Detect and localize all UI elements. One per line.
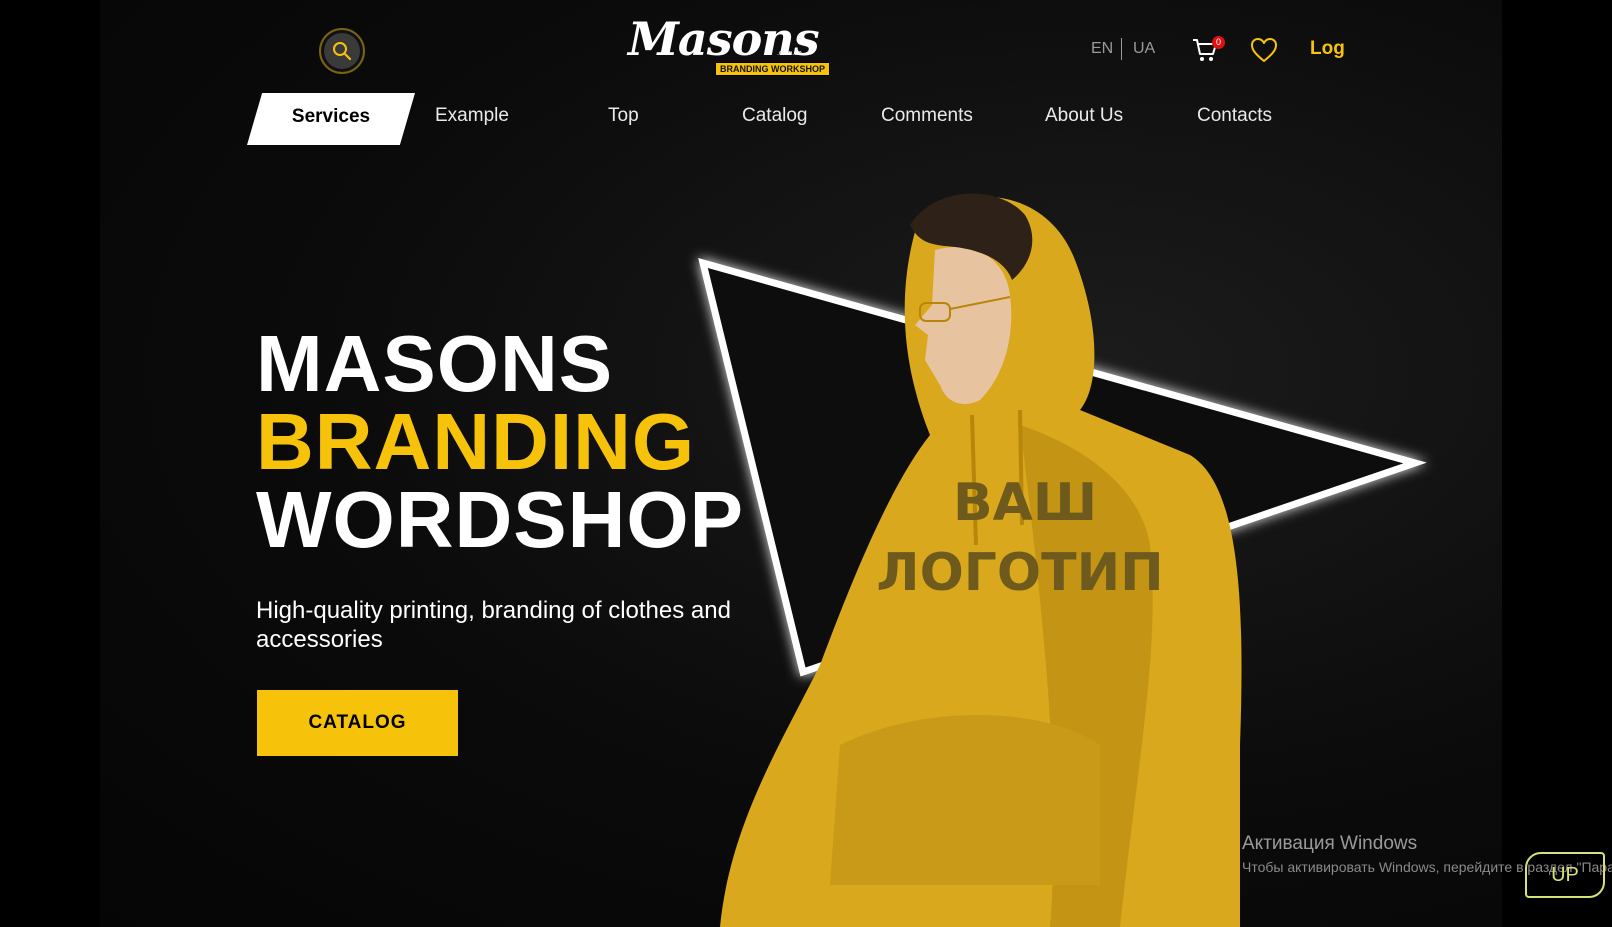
- hoodie-print-line2: ЛОГОТИП: [876, 543, 1163, 603]
- hoodie-print-line1: ВАШ: [953, 473, 1097, 533]
- scroll-up-button[interactable]: UP: [1525, 852, 1605, 898]
- page: Masons .com.ua BRANDING WORKSHOP EN UA 0…: [100, 0, 1502, 927]
- hero-title-line3: WORDSHOP: [256, 475, 744, 564]
- hero-title-line2: BRANDING: [256, 397, 696, 486]
- hero-title: MASONS BRANDING WORDSHOP: [256, 319, 744, 564]
- hero-subtitle: High-quality printing, branding of cloth…: [256, 597, 731, 653]
- windows-activation-title: Активация Windows: [1242, 833, 1418, 854]
- hero-title-line1: MASONS: [256, 319, 614, 408]
- model-photo: ВАШ ЛОГОТИП: [720, 193, 1242, 927]
- catalog-button[interactable]: CATALOG: [257, 690, 458, 756]
